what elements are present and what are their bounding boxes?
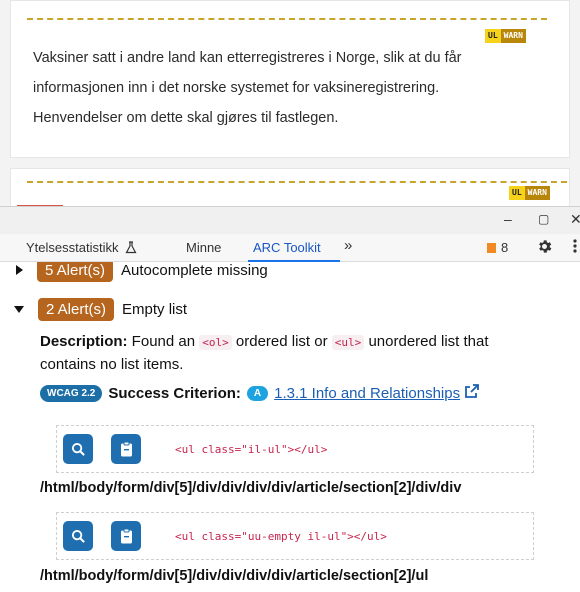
web-content-card: UL WARN Vaksiner satt i andre land kan e… (10, 0, 570, 158)
tab-arc-toolkit[interactable]: ARC Toolkit (253, 240, 321, 255)
highlight-dashed-border (27, 18, 547, 20)
tab-label: Ytelsesstatistikk (26, 240, 119, 255)
devtools-titlebar: – ▢ ✕ (0, 206, 580, 234)
wcag-version-badge: WCAG 2.2 (40, 384, 103, 402)
alert-count-pill: 5 Alert(s) (37, 262, 114, 282)
clipboard-icon (120, 528, 132, 544)
warn-badge-label: WARN (524, 186, 550, 200)
alert-group-empty-list[interactable]: 2 Alert(s) Empty list (14, 297, 187, 321)
snippet-code: <ul class="il-ul"></ul> (175, 443, 328, 456)
alert-count-pill: 2 Alert(s) (38, 297, 115, 321)
issue-flag-icon (487, 243, 496, 253)
highlight-dashed-border (27, 181, 567, 183)
alert-group-autocomplete[interactable]: 5 Alert(s) Autocomplete missing (16, 262, 268, 282)
flask-icon (125, 241, 137, 254)
description-text: ordered list or (231, 333, 332, 350)
kebab-icon (573, 239, 577, 253)
more-tabs-button[interactable]: » (344, 237, 352, 254)
ul-warn-badge: UL WARN (485, 29, 526, 43)
screen: UL WARN Vaksiner satt i andre land kan e… (0, 0, 580, 592)
code-tag-ol: <ol> (199, 335, 232, 350)
maximize-button[interactable]: ▢ (538, 212, 549, 226)
criterion-label: Success Criterion: (108, 384, 241, 402)
settings-button[interactable] (536, 238, 553, 258)
expand-triangle-icon[interactable] (16, 265, 23, 275)
inspect-button[interactable] (63, 434, 93, 464)
inspect-button[interactable] (63, 521, 93, 551)
search-icon (71, 442, 85, 456)
criterion-link[interactable]: 1.3.1 Info and Relationships (274, 385, 460, 402)
external-link-icon[interactable] (464, 383, 480, 403)
code-tag-ul: <ul> (331, 335, 365, 350)
web-content-strip: UL WARN (10, 168, 570, 207)
paragraph-line: informasjonen inn i det norske systemet … (33, 80, 440, 96)
description-label: Description: (40, 333, 128, 350)
collapse-triangle-icon[interactable] (14, 305, 24, 313)
conformance-level-badge: A (246, 385, 269, 401)
more-options-button[interactable] (572, 238, 578, 257)
ul-badge-label: UL (485, 29, 501, 43)
ul-badge-label: UL (509, 186, 525, 200)
success-criterion-row: WCAG 2.2 Success Criterion: A 1.3.1 Info… (40, 383, 480, 403)
copy-button[interactable] (111, 434, 141, 464)
paragraph-line: Vaksiner satt i andre land kan etterregi… (33, 50, 462, 66)
close-button[interactable]: ✕ (570, 211, 580, 228)
gear-icon (539, 240, 552, 253)
devtools-tabbar: Ytelsesstatistikk Minne ARC Toolkit » 8 (0, 234, 580, 262)
description-text: Found an (127, 333, 200, 350)
code-snippet-card: <ul class="uu-empty il-ul"></ul> (56, 512, 534, 560)
snippet-xpath: /html/body/form/div[5]/div/div/div/div/a… (40, 568, 429, 584)
search-icon (71, 529, 85, 543)
alert-description: Description: Found an <ol> ordered list … (40, 331, 540, 376)
warn-badge-label: WARN (500, 29, 526, 43)
copy-button[interactable] (111, 521, 141, 551)
issues-counter[interactable]: 8 (487, 240, 508, 255)
alert-title: Autocomplete missing (121, 262, 268, 279)
tab-performance-insights[interactable]: Ytelsesstatistikk (26, 240, 137, 255)
code-snippet-card: <ul class="il-ul"></ul> (56, 425, 534, 473)
tab-memory[interactable]: Minne (186, 240, 221, 255)
minimize-button[interactable]: – (504, 211, 512, 227)
issues-count: 8 (501, 240, 509, 255)
ul-warn-badge: UL WARN (509, 186, 550, 200)
clipboard-icon (120, 441, 132, 457)
arc-toolkit-panel: 5 Alert(s) Autocomplete missing 2 Alert(… (0, 262, 580, 592)
paragraph-line: Henvendelser om dette skal gjøres til fa… (33, 110, 339, 126)
snippet-xpath: /html/body/form/div[5]/div/div/div/div/a… (40, 480, 462, 496)
snippet-code: <ul class="uu-empty il-ul"></ul> (175, 530, 387, 543)
info-paragraph: Vaksiner satt i andre land kan etterregi… (33, 43, 543, 133)
alert-title: Empty list (122, 300, 188, 318)
